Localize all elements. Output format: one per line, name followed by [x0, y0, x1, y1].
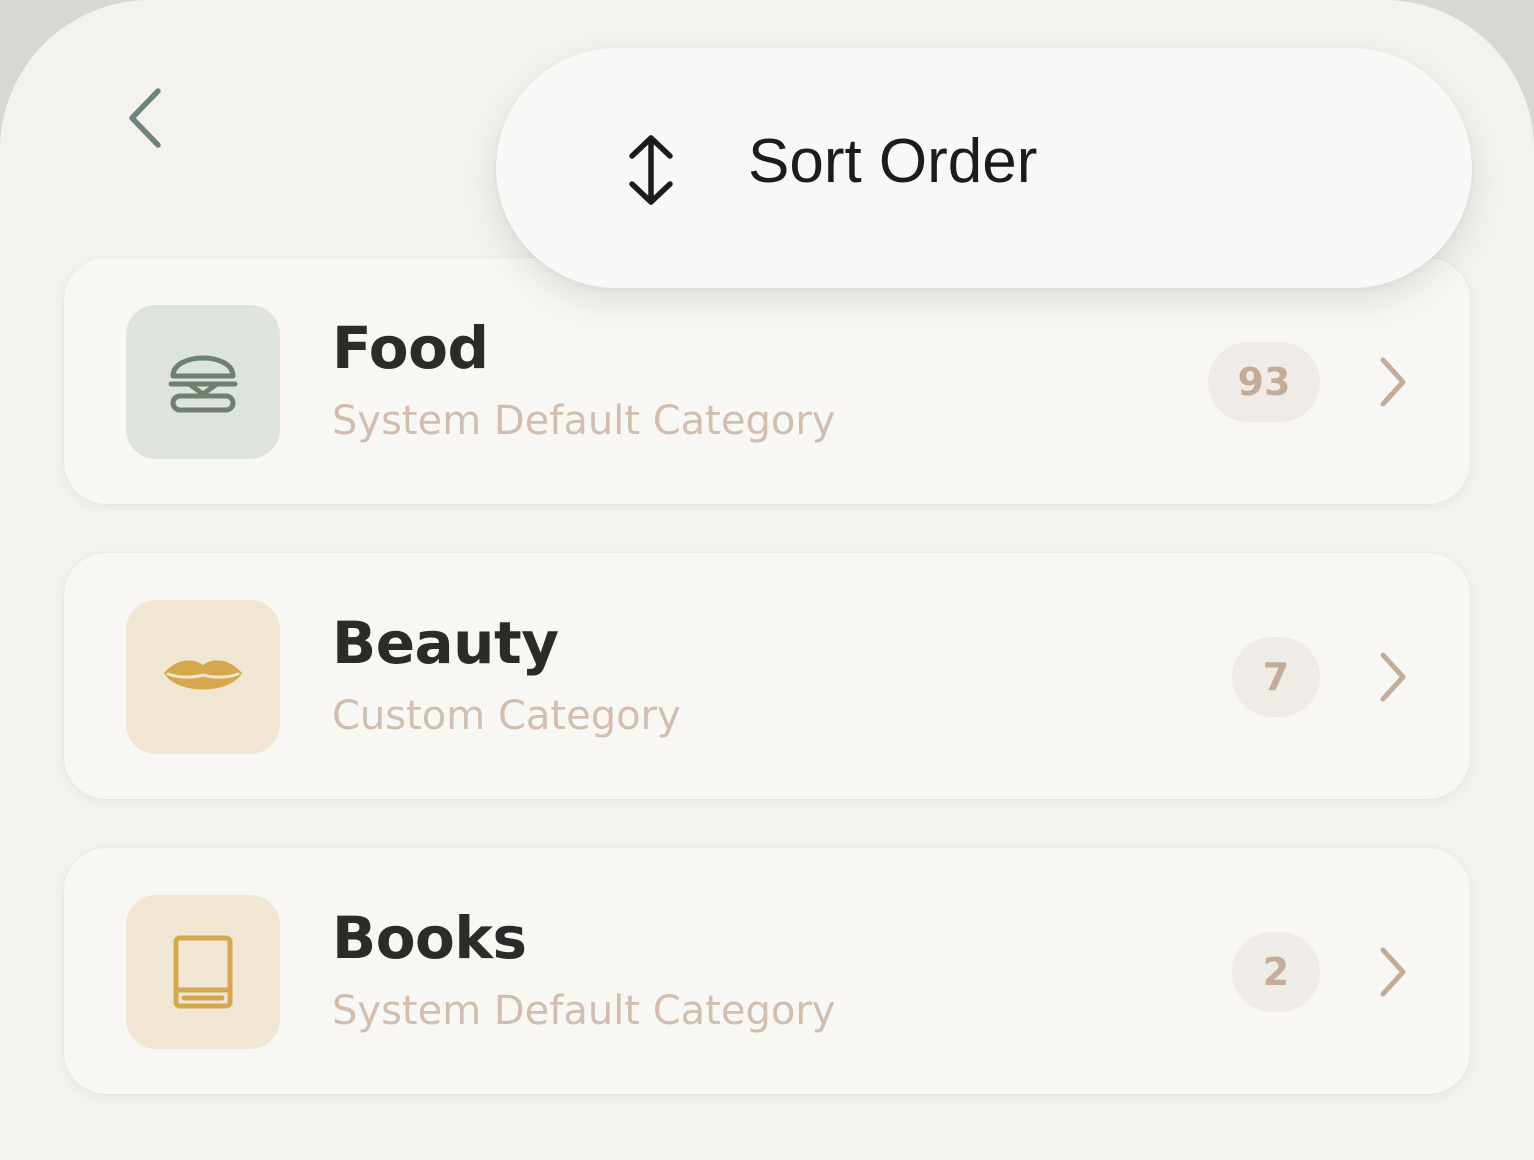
sort-arrows-icon [629, 135, 673, 205]
category-type: System Default Category [332, 398, 836, 444]
item-count-badge: 7 [1232, 637, 1320, 717]
category-type: Custom Category [332, 693, 681, 739]
category-icon-tile [126, 600, 280, 754]
category-list: Food System Default Category 93 Beauty C… [64, 258, 1470, 1143]
chevron-right-icon [1364, 944, 1420, 1000]
category-name: Books [332, 904, 527, 972]
category-card-books[interactable]: Books System Default Category 2 [64, 848, 1470, 1094]
category-icon-tile [126, 895, 280, 1049]
chevron-right-icon [1364, 649, 1420, 705]
screen: Food System Default Category 93 Beauty C… [0, 0, 1534, 1160]
burger-icon [168, 355, 238, 413]
category-card-food[interactable]: Food System Default Category 93 [64, 258, 1470, 504]
category-name: Beauty [332, 609, 559, 677]
chevron-right-icon [1364, 354, 1420, 410]
sort-order-label: Sort Order [748, 127, 1038, 196]
item-count-badge: 2 [1232, 932, 1320, 1012]
lips-icon [164, 660, 242, 690]
category-card-beauty[interactable]: Beauty Custom Category 7 [64, 553, 1470, 799]
item-count-badge: 93 [1208, 342, 1320, 422]
back-button[interactable] [110, 80, 182, 156]
sort-order-menu-item[interactable]: Sort Order [496, 48, 1472, 288]
category-name: Food [332, 314, 489, 382]
chevron-left-icon [129, 88, 161, 148]
book-icon [173, 935, 233, 1009]
category-type: System Default Category [332, 988, 836, 1034]
category-icon-tile [126, 305, 280, 459]
